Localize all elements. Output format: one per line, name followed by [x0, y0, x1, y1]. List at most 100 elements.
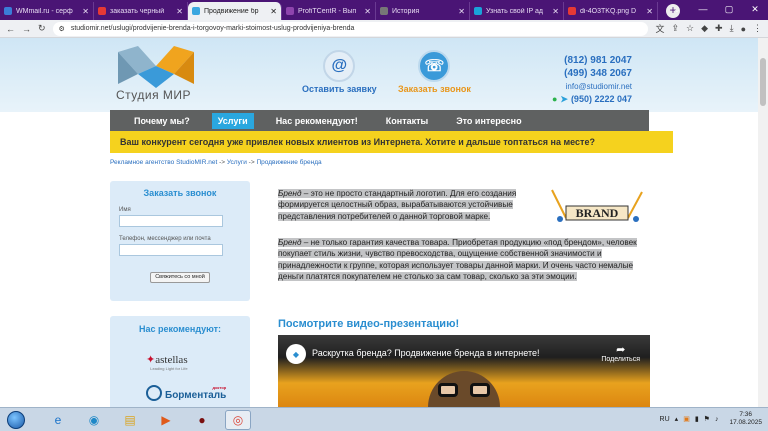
close-icon[interactable]: ✕: [364, 7, 371, 16]
tray-app-icon[interactable]: ▣: [683, 415, 690, 423]
video-title[interactable]: Раскрутка бренда? Продвижение бренда в и…: [312, 348, 540, 358]
url-bar[interactable]: ⚙ studiomir.net/uslugi/prodvijenie-brend…: [52, 21, 649, 36]
nav-item-recommend[interactable]: Нас рекомендуют!: [270, 113, 364, 129]
email-at-icon: @: [323, 50, 356, 82]
volume-icon[interactable]: ♪: [715, 416, 719, 423]
order-call-button[interactable]: ☏ Заказать звонок: [398, 50, 471, 94]
network-icon[interactable]: ▮: [695, 415, 699, 423]
paragraph: Бренд – это не просто стандартный логоти…: [278, 189, 517, 221]
edge-icon[interactable]: ◉: [81, 410, 107, 430]
browser-tab[interactable]: История ✕: [376, 2, 470, 20]
extension-icon[interactable]: ◆: [701, 23, 708, 34]
site-info-icon[interactable]: ⚙: [59, 25, 65, 33]
whatsapp-icon[interactable]: ●: [552, 93, 557, 106]
share-button[interactable]: ➦ Поделиться: [601, 343, 640, 363]
channel-logo-icon[interactable]: ◆: [286, 344, 306, 364]
minimize-button[interactable]: —: [690, 0, 716, 18]
reload-icon[interactable]: ↻: [38, 23, 46, 34]
url-text[interactable]: studiomir.net/uslugi/prodvijenie-brenda-…: [71, 25, 355, 32]
request-button[interactable]: @ Оставить заявку: [302, 50, 377, 94]
address-toolbar: ← → ↻ ⚙ studiomir.net/uslugi/prodvijenie…: [0, 20, 768, 38]
paragraph: Бренд – не только гарантия качества това…: [278, 238, 637, 281]
extensions-puzzle-icon[interactable]: ✚: [715, 23, 723, 34]
close-icon[interactable]: ✕: [270, 7, 277, 16]
telegram-icon[interactable]: ➤: [560, 93, 568, 106]
share-icon[interactable]: ⇪: [671, 23, 679, 34]
maximize-button[interactable]: ▢: [716, 0, 742, 18]
close-window-button[interactable]: ✕: [742, 0, 768, 18]
email-link[interactable]: info@studiomir.net: [552, 80, 632, 93]
video-player[interactable]: ◆ Раскрутка бренда? Продвижение бренда в…: [278, 335, 650, 407]
name-label: Имя: [119, 207, 131, 213]
term: Бренд: [278, 189, 302, 198]
system-tray: RU ▴ ▣ ▮ ⚑ ♪ 7:36 17.08.2025: [660, 411, 762, 427]
back-icon[interactable]: ←: [6, 24, 15, 34]
web-page: Студия МИР @ Оставить заявку ☏ Заказать …: [0, 38, 758, 407]
profile-icon[interactable]: ●: [741, 24, 746, 34]
bormental-logo[interactable]: доктор Борменталь: [146, 385, 226, 401]
windows-taskbar: e ◉ ▤ ▶ ● ◎ RU ▴ ▣ ▮ ⚑ ♪ 7:36 17.08.2025: [0, 407, 768, 431]
ie-icon[interactable]: e: [45, 410, 71, 430]
phone-number[interactable]: (499) 348 2067: [552, 67, 632, 80]
media-player-icon[interactable]: ▶: [153, 410, 179, 430]
main-nav: Почему мы? Услуги Нас рекомендуют! Конта…: [110, 110, 649, 131]
downloads-icon[interactable]: ⤓: [730, 23, 734, 34]
close-icon[interactable]: ✕: [176, 7, 183, 16]
menu-icon[interactable]: ⋮: [753, 23, 762, 34]
submit-callback-button[interactable]: Свяжитесь со мной: [150, 272, 210, 283]
logo-text: Студия МИР: [116, 88, 192, 102]
language-indicator[interactable]: RU: [660, 416, 670, 423]
forward-icon[interactable]: →: [22, 24, 31, 34]
tab-favicon-icon: [474, 7, 482, 15]
astellas-logo[interactable]: ✦astellas Leading Light for Life: [146, 353, 188, 371]
browser-tabbar: WMmail.ru - серф ✕ заказать черный ✕ Продв…: [0, 0, 768, 20]
browser-tab[interactable]: Узнать свой IP ад ✕: [470, 2, 564, 20]
site-header: [0, 38, 758, 112]
phone-label: Телефон, мессенджер или почта: [119, 236, 211, 242]
close-icon[interactable]: ✕: [82, 7, 89, 16]
nav-item-contacts[interactable]: Контакты: [380, 113, 434, 129]
name-input[interactable]: [119, 215, 223, 227]
nav-item-why-us[interactable]: Почему мы?: [128, 113, 196, 129]
phone-number[interactable]: (812) 981 2047: [552, 54, 632, 67]
close-icon[interactable]: ✕: [646, 7, 653, 16]
pdf-icon: [568, 7, 576, 15]
browser-tab[interactable]: WMmail.ru - серф ✕: [0, 2, 94, 20]
chrome-icon[interactable]: ◎: [225, 409, 251, 430]
explorer-icon[interactable]: ▤: [117, 410, 143, 430]
nav-item-services[interactable]: Услуги: [211, 112, 254, 129]
history-icon: [380, 7, 388, 15]
breadcrumb-link[interactable]: Рекламное агентство StudioMIR.net: [110, 159, 217, 166]
close-icon[interactable]: ✕: [552, 7, 559, 16]
contact-block: (812) 981 2047 (499) 348 2067 info@studi…: [552, 54, 632, 106]
tray-arrow-icon[interactable]: ▴: [675, 415, 679, 423]
browser-tab[interactable]: ProfiTCentR - Вып ✕: [282, 2, 376, 20]
tab-search-icon[interactable]: ⌄: [664, 0, 690, 18]
app-icon[interactable]: ●: [189, 410, 215, 430]
windows-logo-icon: [7, 410, 25, 429]
breadcrumb-current: Продвижение бренда: [256, 159, 322, 166]
breadcrumb: Рекламное агентство StudioMIR.net -> Усл…: [110, 159, 322, 166]
clock[interactable]: 7:36 17.08.2025: [729, 411, 762, 427]
flag-icon[interactable]: ⚑: [704, 415, 710, 423]
page-scrollbar[interactable]: [758, 38, 768, 407]
bookmark-star-icon[interactable]: ☆: [686, 23, 694, 34]
phone-icon: ☏: [418, 50, 451, 82]
browser-tab[interactable]: заказать черный ✕: [94, 2, 188, 20]
contact-input[interactable]: [119, 244, 223, 256]
mobile-number[interactable]: (950) 2222 047: [571, 93, 632, 106]
share-arrow-icon: ➦: [616, 344, 626, 356]
translate-icon[interactable]: 文: [655, 22, 664, 35]
nav-item-interesting[interactable]: Это интересно: [450, 113, 527, 129]
close-icon[interactable]: ✕: [458, 7, 465, 16]
tab-favicon-icon: [286, 7, 294, 15]
browser-tab-active[interactable]: Продвижение бр ✕: [188, 2, 282, 20]
scrollbar-thumb[interactable]: [760, 58, 766, 106]
breadcrumb-link[interactable]: Услуги: [227, 159, 247, 166]
browser-tab[interactable]: di-4O3TKQ.png D ✕: [564, 2, 658, 20]
brand-illustration: BRAND: [551, 189, 643, 222]
start-button[interactable]: [3, 409, 29, 431]
term: Бренд: [278, 238, 302, 247]
promo-banner[interactable]: Ваш конкурент сегодня уже привлек новых …: [110, 131, 673, 153]
window-controls: ⌄ — ▢ ✕: [664, 0, 768, 18]
